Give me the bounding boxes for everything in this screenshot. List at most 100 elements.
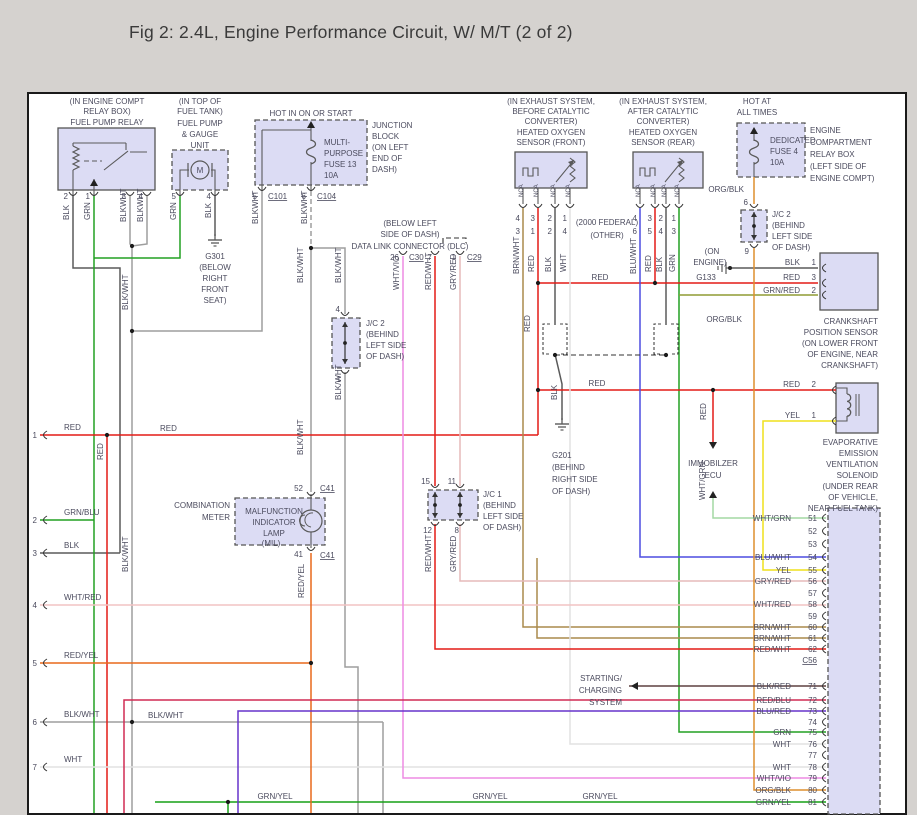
label: 1 [86,192,91,201]
label: FRONT [201,285,229,294]
label: EVAPORATIVE [823,438,878,447]
label: OF DASH) [772,243,811,252]
label: G201 [552,451,572,460]
label: 1 [812,258,817,267]
label: 52 [294,484,303,493]
wire-label: WHT/VIO [392,256,401,290]
ecm-pin-label: GRN [773,728,791,737]
entry-number: 1 [33,431,38,440]
wire-label: BLK [655,256,664,272]
label: G133 [696,273,716,282]
junction-dot [105,433,109,437]
label: (ON [705,247,720,256]
label: (BEHIND [483,501,516,510]
label: ECU [705,471,722,480]
label: 2 [548,214,553,223]
ecm-pin-label: WHT/GRN [753,514,791,523]
label: RELAY BOX) [83,107,131,116]
label: 12 [423,526,432,535]
label: 1 [672,214,677,223]
ecm-pin-number: 75 [808,728,817,737]
label: DASH) [372,165,397,174]
wire-label: GRY/RED [449,253,458,290]
label: 2 [659,214,664,223]
label: 41 [294,550,303,559]
ecm-pin-number: 54 [808,553,817,562]
ecm-pin-number: 62 [808,645,817,654]
label: (ON LOWER FRONT [802,339,878,348]
ecm-pin-number: 72 [808,696,817,705]
label: RED [783,273,800,282]
label: CRANKSHAFT [824,317,878,326]
label: BLK/WHT [148,711,184,720]
ecm-pin-number: 81 [808,798,817,807]
ecm-pin-number: 71 [808,682,817,691]
label: COMPARTMENT [810,138,872,147]
label: (OTHER) [590,231,624,240]
ecm-pin-number: 76 [808,740,817,749]
label: 1 [531,227,536,236]
label: NEAR FUEL TANK) [808,504,878,513]
junction-dot [309,246,313,250]
label: 2 [64,192,69,201]
label: (BEHIND [366,330,399,339]
wire-label: BLK/WHT [296,419,305,455]
label: (LEFT SIDE OF [810,162,866,171]
junction-dot [536,388,540,392]
wire-label: BLK/WHT [334,364,343,400]
ecm-pin-number: 79 [808,774,817,783]
label: 2 [812,286,817,295]
junction-dot [653,281,657,285]
wire-label: RED [523,315,532,332]
wire-label: NCA [651,184,657,197]
label: 11 [448,477,457,486]
ecm-pin-label: WHT/RED [754,600,792,609]
label: 10A [770,158,785,167]
label: (IN TOP OF [179,97,221,106]
label: (IN EXHAUST SYSTEM, [507,97,595,106]
label: CONVERTER) [637,117,690,126]
ecm-pin-number: 73 [808,707,817,716]
junction-connector-icon [752,224,756,228]
wire-label: BLK [204,202,213,218]
label: 4 [659,227,664,236]
wire-label: BLK [62,204,71,220]
label: DEDICATED [770,136,816,145]
label: HEATED OXYGEN [629,128,698,137]
wire-label: RED [699,403,708,420]
label: DATA LINK CONNECTOR (DLC) [352,242,469,251]
junction-dot [130,329,134,333]
label: RIGHT [203,274,228,283]
label: 10A [324,171,339,180]
label: OF DASH) [552,487,591,496]
ecm-connector-id: C56 [802,656,817,665]
junction-connector-icon [343,341,347,345]
entry-number: 7 [33,763,38,772]
entry-label: RED/YEL [64,651,99,660]
ecm-pin-label: YEL [776,566,792,575]
ecm-pin-number: 77 [808,751,817,760]
wire-label: BLK/WHT [121,274,130,310]
ground-tap-icon [728,266,732,270]
wire-label: BLK [550,384,559,400]
label: 3 [531,214,536,223]
wire-label: BLK/WHT [334,247,343,283]
label: (BEHIND [772,221,805,230]
ecm-pin-label: ORG/BLK [755,786,791,795]
label: (UNDER REAR [822,482,878,491]
ecm-pin-number: 59 [808,612,817,621]
label: UNIT [191,141,210,150]
wire-label: NCA [675,184,681,197]
label: ORG/BLK [708,185,744,194]
label: MALFUNCTION [245,507,303,516]
wire-label: GRN [668,254,677,272]
entry-number: 6 [33,718,38,727]
wire-label: GRN [169,202,178,220]
label: FUEL PUMP RELAY [70,118,144,127]
wire-label: RED/YEL [297,563,306,598]
label: RED [592,273,609,282]
label: END OF [372,154,402,163]
label: C41 [320,484,335,493]
diagram-frame [28,93,906,814]
wire-label: NCA [534,184,540,197]
